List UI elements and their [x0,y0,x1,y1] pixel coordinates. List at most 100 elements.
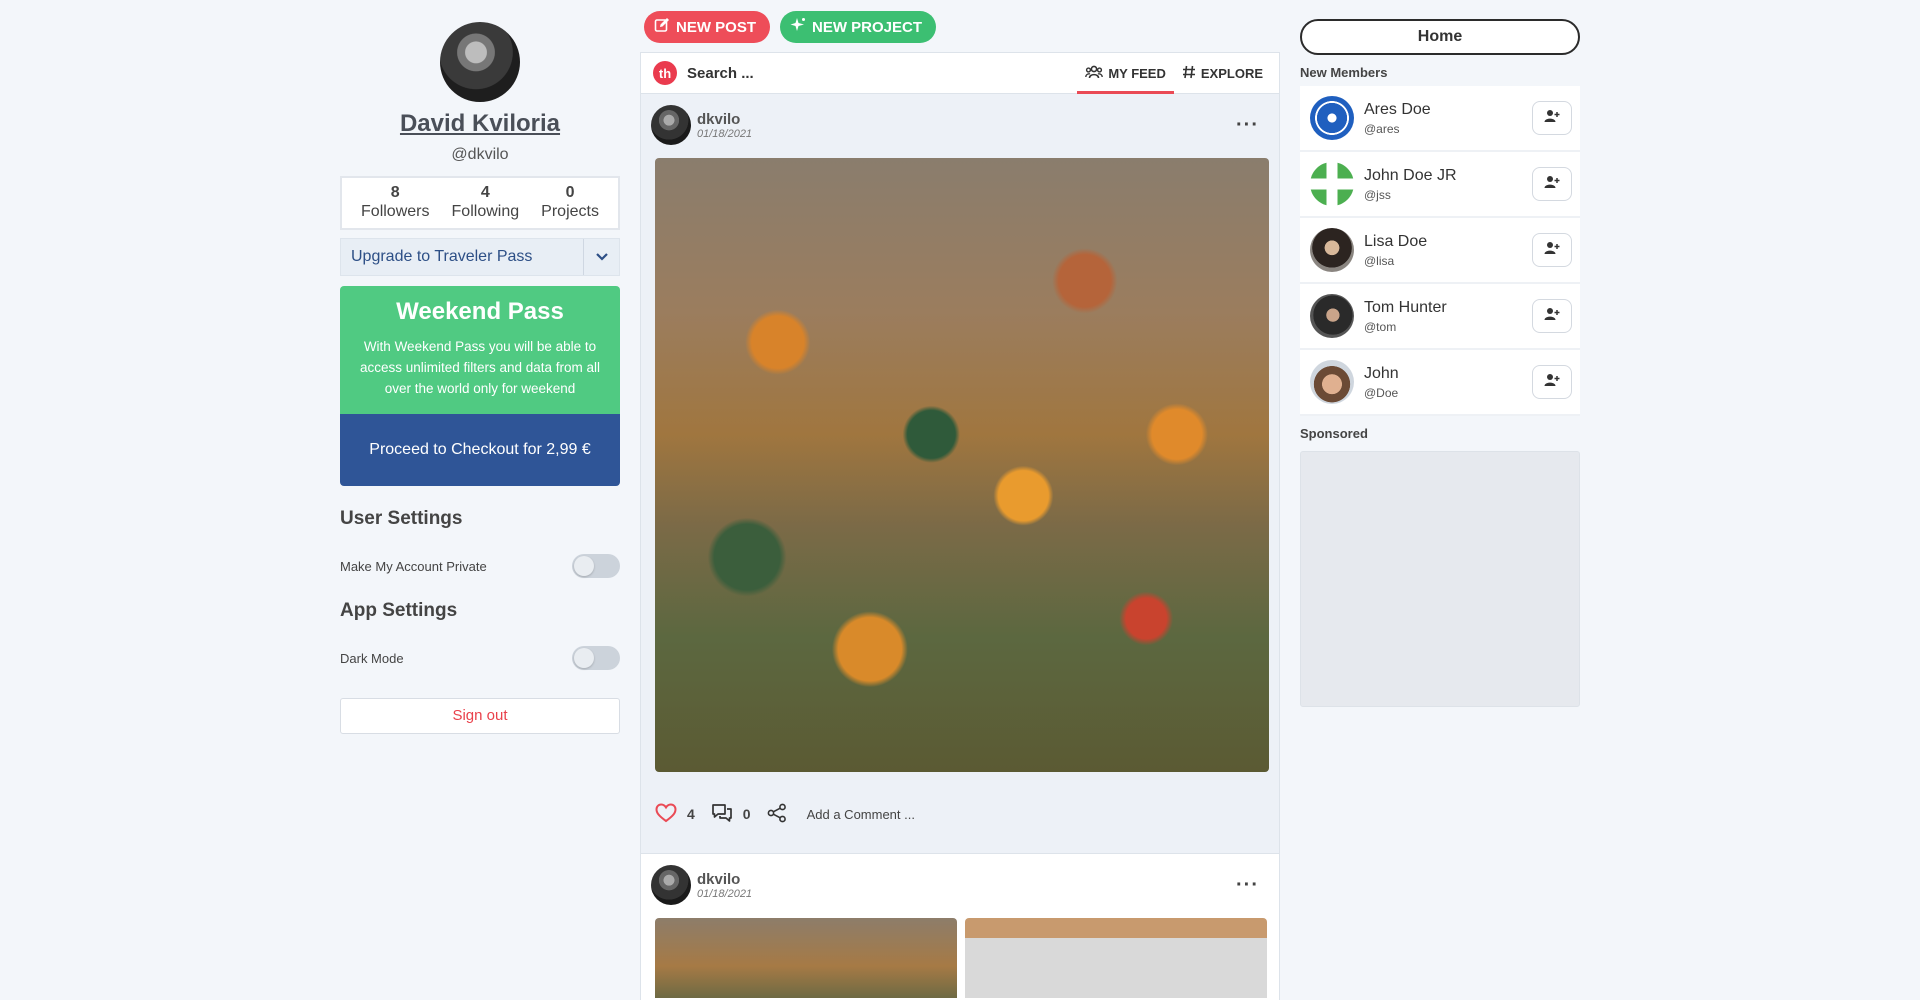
member-item[interactable]: John @Doe [1300,350,1580,416]
chevron-down-icon[interactable] [583,239,619,275]
member-name: Tom Hunter [1364,298,1447,316]
home-button[interactable]: Home [1300,19,1580,55]
stat-label: Followers [361,203,430,220]
checkout-button[interactable]: Proceed to Checkout for 2,99 € [340,414,620,486]
member-handle: @lisa [1364,253,1395,268]
upgrade-dropdown[interactable]: Upgrade to Traveler Pass [340,238,620,276]
post-author[interactable]: dkvilo [697,111,752,128]
member-name: John [1364,364,1399,382]
like-count: 4 [687,806,695,822]
member-avatar [1310,162,1354,206]
feed-tabs: MY FEED EXPLORE [1073,53,1267,94]
heart-icon[interactable] [655,802,677,826]
stat-value: 0 [565,184,575,201]
stat-followers[interactable]: 8 Followers [361,184,429,222]
member-name: John Doe JR [1364,166,1457,184]
users-icon [1085,65,1104,82]
more-options-icon[interactable]: ··· [1236,874,1259,897]
comments-icon[interactable] [711,803,733,826]
add-user-icon [1544,241,1560,260]
dark-mode-label: Dark Mode [340,650,404,666]
member-handle: @ares [1364,121,1400,136]
member-handle: @tom [1364,319,1397,334]
private-account-toggle[interactable] [572,554,620,578]
feed-post: dkvilo 01/18/2021 ··· [640,854,1280,1000]
profile-sidebar: David Kviloria @dkvilo 8 Followers 4 Fol… [340,0,620,734]
dark-mode-toggle[interactable] [572,646,620,670]
pass-info: Weekend Pass With Weekend Pass you will … [340,286,620,414]
add-user-button[interactable] [1532,101,1572,135]
profile-stats: 8 Followers 4 Following 0 Projects [340,176,620,230]
new-post-button[interactable]: NEW POST [644,11,771,43]
stat-label: Following [451,203,520,220]
post-author-avatar[interactable] [651,865,691,905]
new-members-title: New Members [1300,65,1388,80]
add-user-button[interactable] [1532,167,1572,201]
app-settings-title: App Settings [340,600,458,621]
member-info: John @Doe [1364,365,1399,400]
member-name: Ares Doe [1364,100,1431,118]
more-options-icon[interactable]: ··· [1236,114,1259,137]
new-post-label: NEW POST [676,18,757,36]
tab-label: EXPLORE [1200,65,1263,81]
profile-avatar[interactable] [440,22,520,102]
add-user-button[interactable] [1532,233,1572,267]
member-handle: @Doe [1364,385,1399,400]
comment-count: 0 [742,806,751,822]
private-account-label: Make My Account Private [340,558,487,574]
pass-title: Weekend Pass [396,298,564,325]
new-project-label: NEW PROJECT [812,18,923,36]
post-date: 01/18/2021 [697,887,753,900]
post-image[interactable] [655,158,1269,772]
share-icon[interactable] [767,803,787,826]
add-user-icon [1544,109,1560,128]
add-user-button[interactable] [1532,299,1572,333]
member-info: Tom Hunter @tom [1364,299,1447,334]
sparkle-icon [790,17,806,37]
new-project-button[interactable]: NEW PROJECT [780,11,937,43]
member-info: Ares Doe @ares [1364,101,1431,136]
hash-icon [1182,65,1196,82]
post-image[interactable] [965,918,1267,998]
profile-name[interactable]: David Kviloria [340,110,620,138]
sponsored-ad[interactable] [1300,451,1580,707]
post-meta: dkvilo 01/18/2021 [697,111,752,140]
members-list: Ares Doe @ares John Doe JR @jss Lisa Doe… [1300,86,1580,416]
post-date: 01/18/2021 [697,127,753,140]
tab-explore[interactable]: EXPLORE [1178,53,1267,93]
member-avatar [1310,96,1354,140]
feed-post: dkvilo 01/18/2021 ··· 4 0 Add a Comment … [640,94,1280,854]
member-item[interactable]: Tom Hunter @tom [1300,284,1580,350]
pass-description: With Weekend Pass you will be able to ac… [359,339,601,396]
tab-my-feed[interactable]: MY FEED [1077,53,1174,94]
feed-column: NEW POST NEW PROJECT th Search ... MY FE… [640,0,1280,1000]
app-logo[interactable]: th [653,61,677,85]
search-input[interactable]: Search ... [687,65,754,82]
profile-handle: @dkvilo [451,146,509,163]
member-item[interactable]: Ares Doe @ares [1300,86,1580,152]
member-info: Lisa Doe @lisa [1364,233,1427,268]
post-image[interactable] [655,918,957,998]
post-meta: dkvilo 01/18/2021 [697,871,752,900]
post-author-avatar[interactable] [651,105,691,145]
member-item[interactable]: John Doe JR @jss [1300,152,1580,218]
user-settings-title: User Settings [340,508,463,529]
feed-bar: th Search ... MY FEED EXPLORE [640,52,1280,94]
post-header: dkvilo 01/18/2021 ··· [651,864,1269,906]
tab-label: MY FEED [1108,65,1166,81]
member-avatar [1310,294,1354,338]
post-author[interactable]: dkvilo [697,871,752,888]
weekend-pass-card: Weekend Pass With Weekend Pass you will … [340,286,620,486]
dark-mode-setting: Dark Mode [340,646,620,670]
add-user-icon [1544,373,1560,392]
sign-out-button[interactable]: Sign out [340,698,620,734]
upgrade-label: Upgrade to Traveler Pass [351,248,533,265]
stat-projects[interactable]: 0 Projects [541,184,599,222]
add-comment-input[interactable]: Add a Comment ... [807,807,915,822]
member-item[interactable]: Lisa Doe @lisa [1300,218,1580,284]
post-actions: 4 0 Add a Comment ... [651,772,1269,856]
top-actions: NEW POST NEW PROJECT [644,11,1280,43]
stat-following[interactable]: 4 Following [452,184,520,222]
add-user-button[interactable] [1532,365,1572,399]
stat-value: 8 [390,184,400,201]
